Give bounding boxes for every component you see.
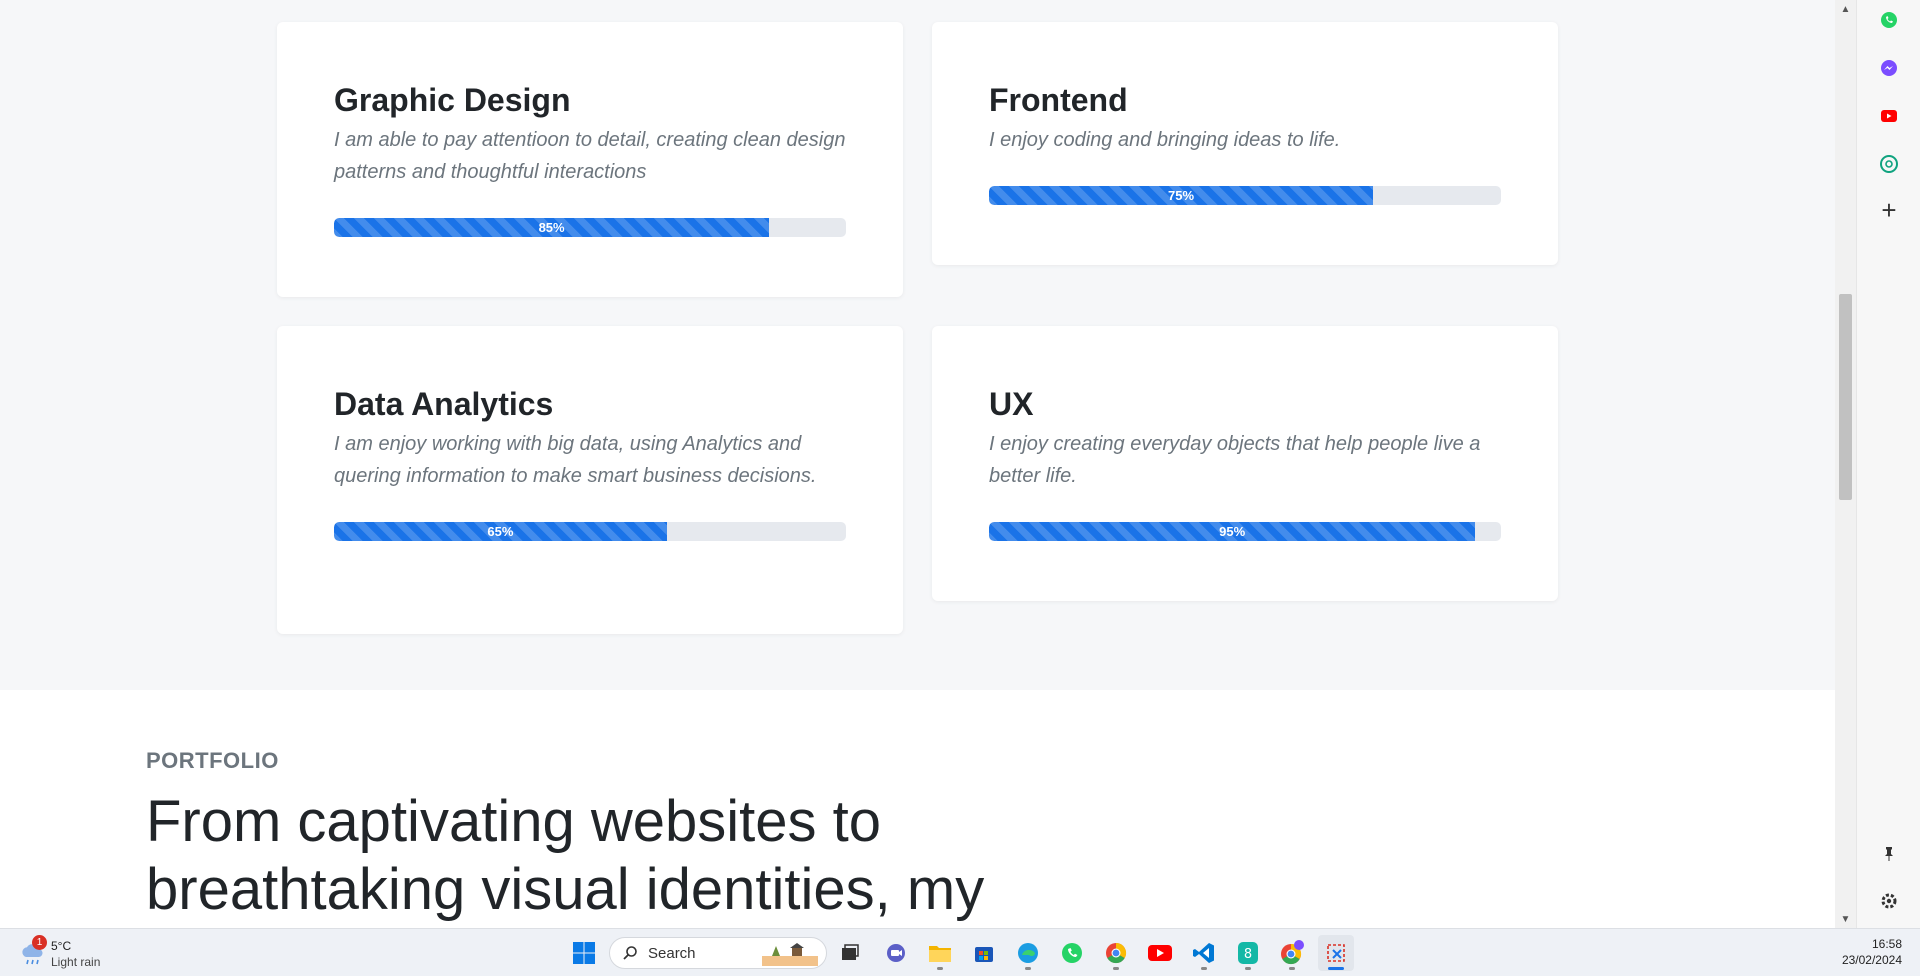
scroll-down-arrow-icon[interactable]: ▼	[1835, 910, 1856, 928]
skill-progress-label: 85%	[538, 220, 565, 235]
weather-widget[interactable]: 1 5°C Light rain	[16, 935, 126, 971]
search-placeholder: Search	[648, 944, 696, 962]
chrome-profile-icon[interactable]	[1274, 935, 1310, 971]
skill-title: UX	[989, 386, 1034, 422]
browser-side-panel: +	[1856, 0, 1920, 928]
add-icon[interactable]: +	[1875, 195, 1903, 225]
skill-progress-bar: 95%	[989, 522, 1476, 541]
running-indicator	[1289, 967, 1295, 970]
youtube-icon[interactable]	[1142, 935, 1178, 971]
running-indicator	[937, 967, 943, 970]
snipping-tool-icon[interactable]	[1318, 935, 1354, 971]
windows-taskbar: 1 5°C Light rain Search 8 16:58 23/02/20…	[0, 928, 1920, 976]
search-highlight-icon	[762, 943, 818, 966]
youtube-icon[interactable]	[1875, 102, 1903, 130]
skill-card-graphic-design: Graphic Design I am able to pay attentio…	[277, 22, 903, 297]
svg-text:8: 8	[1244, 947, 1252, 962]
clock-time: 16:58	[1871, 937, 1902, 951]
active-indicator	[1328, 967, 1344, 970]
skill-progress-track: 95%	[989, 522, 1501, 541]
system-clock[interactable]: 16:58 23/02/2024	[1842, 936, 1902, 968]
skill-description: I am able to pay attentioon to detail, c…	[334, 129, 846, 183]
skill-progress-label: 95%	[1219, 524, 1246, 539]
edge-icon[interactable]	[1010, 935, 1046, 971]
running-indicator	[1245, 967, 1251, 970]
app-icon[interactable]: 8	[1230, 935, 1266, 971]
scroll-thumb[interactable]	[1839, 294, 1852, 500]
skill-progress-label: 75%	[1167, 188, 1195, 203]
skill-progress-bar: 85%	[334, 218, 770, 237]
skill-progress-label: 65%	[487, 524, 514, 539]
skill-card-frontend: Frontend I enjoy coding and bringing ide…	[932, 22, 1558, 265]
taskbar-search-input[interactable]: Search	[609, 937, 827, 969]
vscode-icon[interactable]	[1186, 935, 1222, 971]
skills-section: Graphic Design I am able to pay attentio…	[0, 0, 1835, 690]
scroll-up-arrow-icon[interactable]: ▲	[1835, 0, 1856, 18]
pin-icon[interactable]	[1875, 840, 1903, 868]
portfolio-eyebrow: PORTFOLIO	[146, 748, 279, 773]
skill-progress-track: 85%	[334, 218, 846, 237]
task-view-icon[interactable]	[832, 935, 868, 971]
weather-temperature: 5°C	[51, 939, 72, 953]
portfolio-section: PORTFOLIO From captivating websites to b…	[0, 690, 1835, 928]
running-indicator	[1113, 967, 1119, 970]
skill-progress-track: 65%	[334, 522, 846, 541]
running-indicator	[1201, 967, 1207, 970]
skill-progress-track: 75%	[989, 186, 1501, 205]
skill-description: I enjoy coding and bringing ideas to lif…	[989, 129, 1341, 151]
file-explorer-icon[interactable]	[922, 935, 958, 971]
whatsapp-icon[interactable]	[1875, 6, 1903, 34]
skill-title: Data Analytics	[334, 386, 554, 422]
skill-title: Frontend	[989, 82, 1128, 118]
page-viewport: Graphic Design I am able to pay attentio…	[0, 0, 1835, 928]
whatsapp-icon[interactable]	[1054, 935, 1090, 971]
chatgpt-icon[interactable]	[1875, 150, 1903, 178]
search-icon	[623, 946, 637, 960]
chrome-icon[interactable]	[1098, 935, 1134, 971]
portfolio-headline: From captivating websites to breathtakin…	[146, 789, 985, 922]
skill-card-data-analytics: Data Analytics I am enjoy working with b…	[277, 326, 903, 634]
weather-condition: Light rain	[51, 955, 101, 969]
messenger-icon[interactable]	[1875, 54, 1903, 82]
skill-progress-bar: 75%	[989, 186, 1373, 205]
notification-badge: 1	[32, 935, 47, 950]
skill-description: I am enjoy working with big data, using …	[334, 433, 817, 487]
skill-title: Graphic Design	[334, 82, 571, 118]
start-icon[interactable]	[566, 935, 602, 971]
clock-date: 23/02/2024	[1841, 953, 1902, 967]
store-icon[interactable]	[966, 935, 1002, 971]
teams-chat-icon[interactable]	[878, 935, 914, 971]
page-scrollbar[interactable]: ▲ ▼	[1835, 0, 1856, 928]
settings-icon[interactable]	[1875, 887, 1903, 915]
skill-progress-bar: 65%	[334, 522, 667, 541]
skill-card-ux: UX I enjoy creating everyday objects tha…	[932, 326, 1558, 601]
running-indicator	[1025, 967, 1031, 970]
skill-description: I enjoy creating everyday objects that h…	[989, 433, 1481, 487]
